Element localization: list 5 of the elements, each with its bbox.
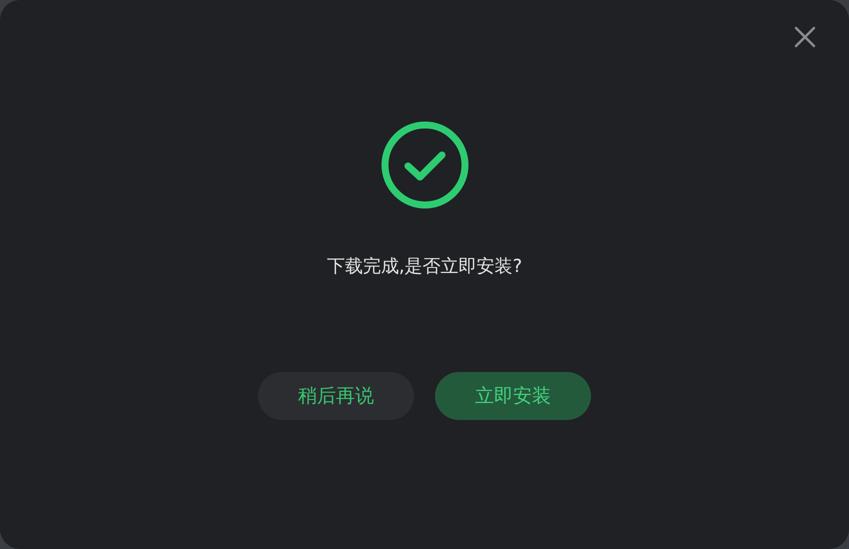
check-circle-icon <box>380 121 468 209</box>
later-button[interactable]: 稍后再说 <box>258 372 414 420</box>
install-button[interactable]: 立即安装 <box>435 372 591 420</box>
close-icon[interactable] <box>794 26 816 48</box>
dialog-message: 下载完成,是否立即安装? <box>326 255 522 279</box>
